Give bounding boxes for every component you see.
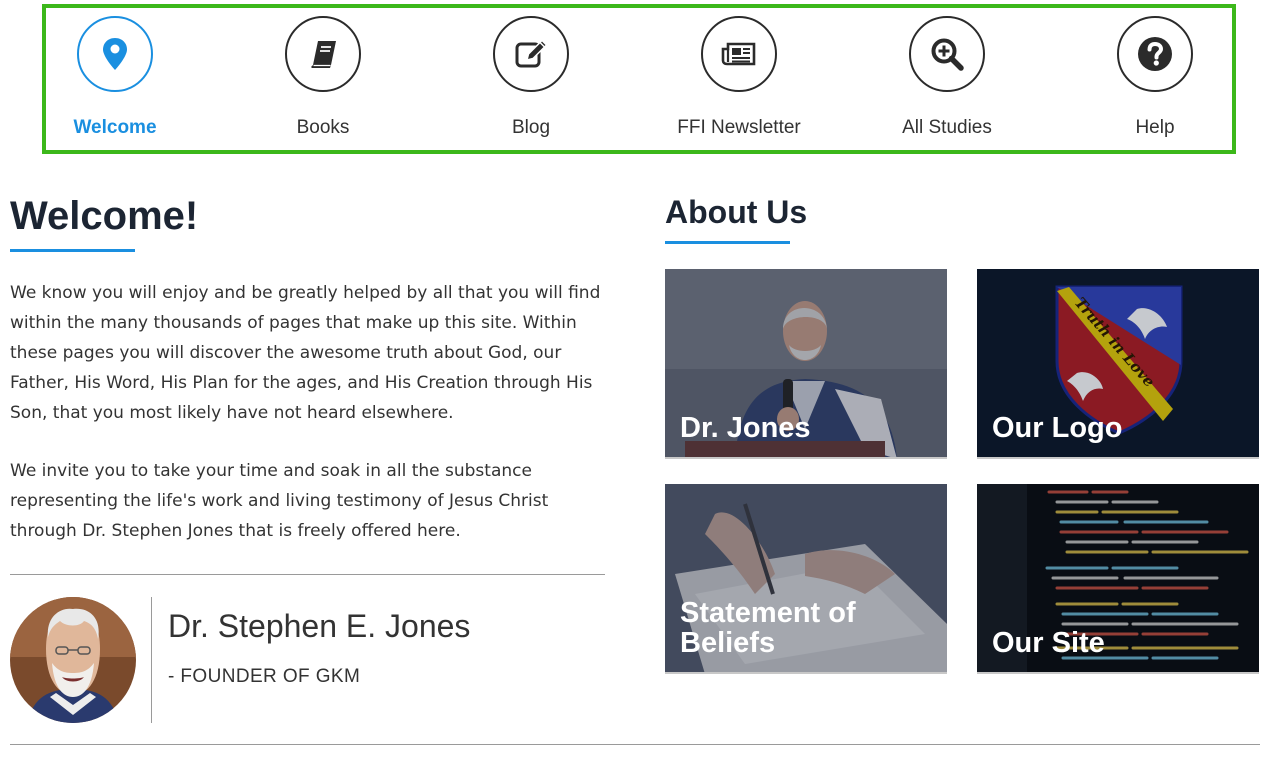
welcome-paragraph-1: We know you will enjoy and be greatly he… <box>10 283 601 423</box>
heading-underline <box>10 249 135 252</box>
card-dr-jones[interactable]: Dr. Jones <box>665 269 947 459</box>
nav-label: FFI Newsletter <box>677 117 801 138</box>
author-divider <box>151 597 152 723</box>
nav-item-all-studies[interactable]: All Studies <box>867 8 1027 150</box>
welcome-heading: Welcome! <box>10 194 199 238</box>
question-circle-icon <box>1138 37 1172 71</box>
nav-circle <box>909 16 985 92</box>
nav-label: Blog <box>511 117 551 138</box>
card-label: Dr. Jones <box>680 412 811 444</box>
card-statement-of-beliefs[interactable]: Statement of Beliefs <box>665 484 947 674</box>
about-underline <box>665 241 790 244</box>
nav-item-ffi-newsletter[interactable]: FFI Newsletter <box>659 8 819 150</box>
card-our-site[interactable]: Our Site <box>977 484 1259 674</box>
nav-item-help[interactable]: Help <box>1075 8 1235 150</box>
nav-label: Help <box>1135 117 1175 138</box>
nav-label: Books <box>296 117 350 138</box>
welcome-paragraph-2: We invite you to take your time and soak… <box>10 461 549 541</box>
divider <box>10 574 605 575</box>
nav-label: Welcome <box>73 117 157 138</box>
about-heading: About Us <box>665 194 808 230</box>
nav-label: All Studies <box>902 117 992 138</box>
map-marker-icon <box>103 38 127 70</box>
bottom-divider <box>10 744 1260 745</box>
edit-icon <box>515 39 548 68</box>
nav-item-welcome[interactable]: Welcome <box>35 8 195 150</box>
nav-circle <box>493 16 569 92</box>
card-our-logo[interactable]: Truth in Love Our Logo <box>977 269 1259 459</box>
nav-circle <box>701 16 777 92</box>
card-label: Statement of Beliefs <box>680 597 856 659</box>
author-role: - FOUNDER OF GKM <box>168 666 361 687</box>
nav-item-blog[interactable]: Blog <box>451 8 611 150</box>
card-label: Our Logo <box>992 412 1123 444</box>
nav-item-books[interactable]: Books <box>243 8 403 150</box>
newspaper-icon <box>721 42 756 66</box>
nav-circle <box>285 16 361 92</box>
search-plus-icon <box>931 38 964 71</box>
author-name: Dr. Stephen E. Jones <box>168 608 471 644</box>
book-icon <box>311 41 336 68</box>
card-label: Our Site <box>992 627 1105 659</box>
avatar <box>10 597 136 723</box>
nav-circle <box>77 16 153 92</box>
nav-circle <box>1117 16 1193 92</box>
main-nav: Welcome Books Blog FFI Newsletter All St… <box>42 4 1236 154</box>
